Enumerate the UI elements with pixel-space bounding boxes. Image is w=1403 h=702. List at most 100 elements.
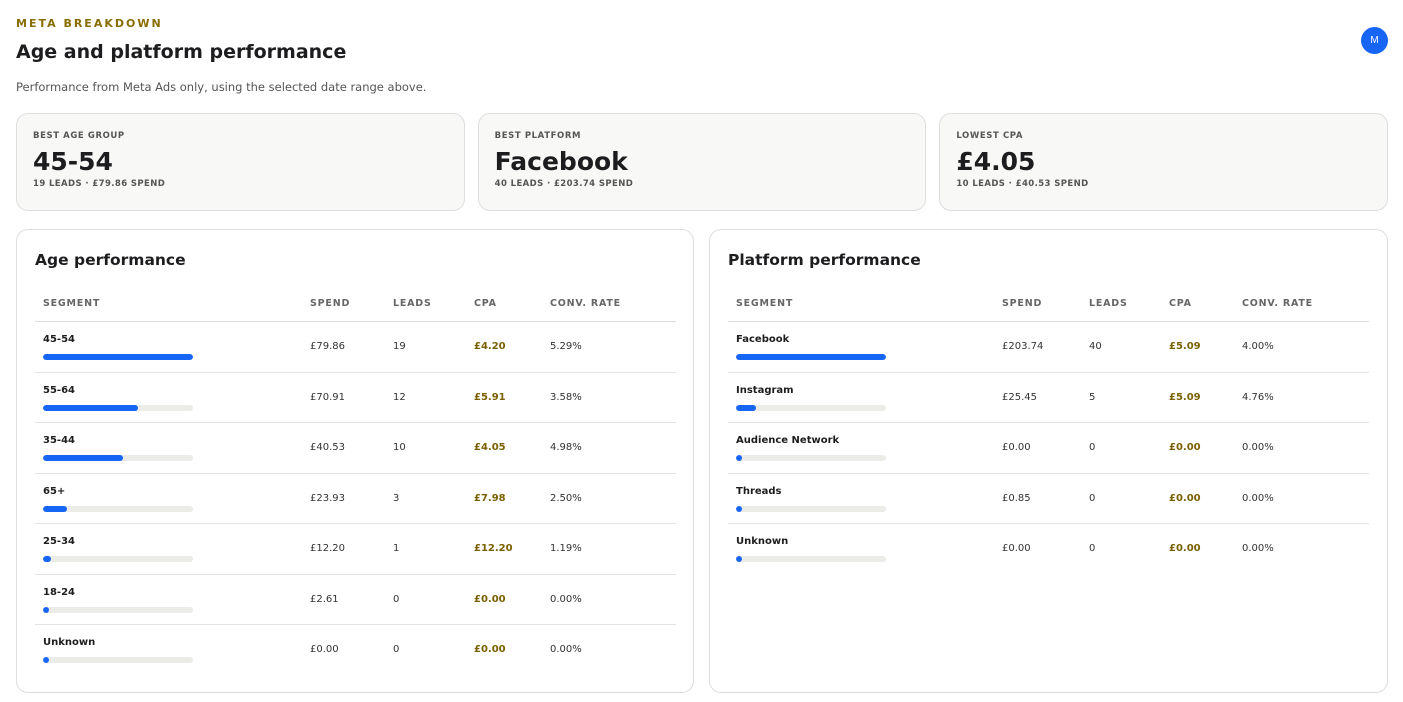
share-bar [736, 556, 886, 562]
table-row[interactable]: Unknown £0.00 0 £0.00 0.00% [728, 524, 1369, 575]
share-bar-fill [736, 556, 742, 562]
avatar[interactable]: M [1361, 27, 1388, 54]
leads-cell: 40 [1089, 341, 1102, 352]
platform-performance-panel: Platform performance SEGMENT SPEND LEADS CP… [709, 229, 1388, 693]
segment-name: 55-64 [43, 384, 75, 396]
table-row[interactable]: Unknown £0.00 0 £0.00 0.00% [35, 625, 676, 676]
share-bar [43, 657, 193, 663]
table-row[interactable]: 25-34 £12.20 1 £12.20 1.19% [35, 524, 676, 575]
eyebrow-label: META BREAKDOWN [16, 17, 163, 30]
segment-name: Unknown [43, 637, 96, 648]
cpa-cell: £0.00 [1169, 492, 1201, 504]
spend-cell: £40.53 [310, 442, 345, 453]
share-bar-fill [736, 354, 886, 360]
conv-rate-header[interactable]: CONV. RATE [550, 298, 621, 309]
share-bar [43, 404, 193, 411]
share-bar-fill [43, 455, 123, 461]
share-bar [43, 505, 193, 512]
cpa-header[interactable]: CPA [1169, 298, 1192, 309]
table-row[interactable]: 65+ £23.93 3 £7.98 2.50% [35, 474, 676, 524]
table-row[interactable]: Audience Network £0.00 0 £0.00 0.00% [728, 423, 1369, 474]
leads-cell: 12 [393, 391, 406, 403]
platform-performance-table: SEGMENT SPEND LEADS CPA CONV. RATE Facebook £2… [728, 287, 1369, 575]
share-bar [736, 354, 886, 360]
conv-rate-cell: 4.98% [550, 442, 582, 453]
table-row[interactable]: Instagram £25.45 5 £5.09 4.76% [728, 373, 1369, 423]
share-bar-fill [43, 404, 138, 411]
spend-header[interactable]: SPEND [1002, 298, 1042, 309]
segment-name: Facebook [736, 334, 790, 345]
leads-cell: 3 [393, 492, 400, 504]
share-bar-fill [736, 505, 742, 512]
cpa-cell: £12.20 [474, 543, 513, 554]
spend-cell: £23.93 [310, 492, 345, 504]
leads-cell: 10 [393, 442, 406, 453]
best-platform-card: BEST PLATFORM Facebook 40 LEADS · £203.7… [477, 113, 927, 211]
table-row[interactable]: Threads £0.85 0 £0.00 0.00% [728, 474, 1369, 524]
leads-header[interactable]: LEADS [393, 298, 432, 309]
conv-rate-cell: 5.29% [550, 341, 582, 352]
age-performance-panel: Age performance SEGMENT SPEND LEADS CPA CONV… [16, 229, 694, 693]
segment-name: Audience Network [736, 435, 840, 446]
stat-meta: 19 LEADS · £79.86 SPEND [33, 179, 166, 189]
spend-cell: £0.00 [310, 644, 339, 655]
share-bar-fill [43, 556, 51, 562]
leads-cell: 5 [1089, 391, 1096, 403]
table-row[interactable]: 45-54 £79.86 19 £4.20 5.29% [35, 322, 676, 373]
segment-name: 65+ [43, 485, 66, 497]
cpa-cell: £7.98 [474, 492, 506, 504]
share-bar [43, 354, 193, 360]
segment-name: Unknown [736, 536, 789, 547]
share-bar [43, 606, 193, 613]
table-header: SEGMENT SPEND LEADS CPA CONV. RATE [35, 287, 676, 322]
table-row[interactable]: 35-44 £40.53 10 £4.05 4.98% [35, 423, 676, 474]
share-bar [736, 505, 886, 512]
table-row[interactable]: 55-64 £70.91 12 £5.91 3.58% [35, 373, 676, 423]
share-bar [43, 556, 193, 562]
stat-label: BEST AGE GROUP [33, 131, 125, 141]
spend-cell: £0.00 [1002, 442, 1031, 453]
spend-cell: £79.86 [310, 341, 345, 352]
conv-rate-cell: 0.00% [550, 593, 582, 605]
spend-cell: £12.20 [310, 543, 345, 554]
stat-value: £4.05 [956, 147, 1036, 176]
share-bar-fill [43, 354, 193, 360]
leads-cell: 0 [393, 593, 400, 605]
segment-name: 18-24 [43, 586, 75, 598]
panel-title: Platform performance [728, 251, 921, 269]
cpa-header[interactable]: CPA [474, 298, 497, 309]
share-bar-fill [736, 455, 742, 461]
share-bar-fill [43, 657, 49, 663]
summary-cards: BEST AGE GROUP 45-54 19 LEADS · £79.86 S… [16, 113, 1389, 211]
cpa-cell: £5.91 [474, 391, 506, 403]
conv-rate-cell: 4.00% [1242, 341, 1274, 352]
page-title: Age and platform performance [16, 41, 347, 63]
cpa-cell: £4.20 [474, 341, 506, 352]
cpa-cell: £0.00 [1169, 543, 1201, 554]
cpa-cell: £0.00 [1169, 442, 1201, 453]
share-bar [43, 455, 193, 461]
age-performance-table: SEGMENT SPEND LEADS CPA CONV. RATE 45-54 £79.8… [35, 287, 676, 676]
table-row[interactable]: 18-24 £2.61 0 £0.00 0.00% [35, 575, 676, 625]
spend-cell: £70.91 [310, 391, 345, 403]
segment-name: 45-54 [43, 334, 75, 345]
share-bar-fill [43, 606, 49, 613]
spend-cell: £0.00 [1002, 543, 1031, 554]
share-bar [736, 404, 886, 411]
leads-cell: 0 [393, 644, 400, 655]
spend-header[interactable]: SPEND [310, 298, 350, 309]
cpa-cell: £0.00 [474, 644, 506, 655]
cpa-cell: £0.00 [474, 593, 506, 605]
segment-header[interactable]: SEGMENT [736, 298, 793, 309]
leads-cell: 0 [1089, 442, 1096, 453]
segment-header[interactable]: SEGMENT [43, 298, 100, 309]
cpa-cell: £5.09 [1169, 391, 1201, 403]
leads-header[interactable]: LEADS [1089, 298, 1128, 309]
conv-rate-header[interactable]: CONV. RATE [1242, 298, 1313, 309]
segment-name: 35-44 [43, 435, 75, 446]
table-header: SEGMENT SPEND LEADS CPA CONV. RATE [728, 287, 1369, 322]
conv-rate-cell: 0.00% [1242, 492, 1274, 504]
cpa-cell: £5.09 [1169, 341, 1201, 352]
table-row[interactable]: Facebook £203.74 40 £5.09 4.00% [728, 322, 1369, 373]
conv-rate-cell: 0.00% [550, 644, 582, 655]
